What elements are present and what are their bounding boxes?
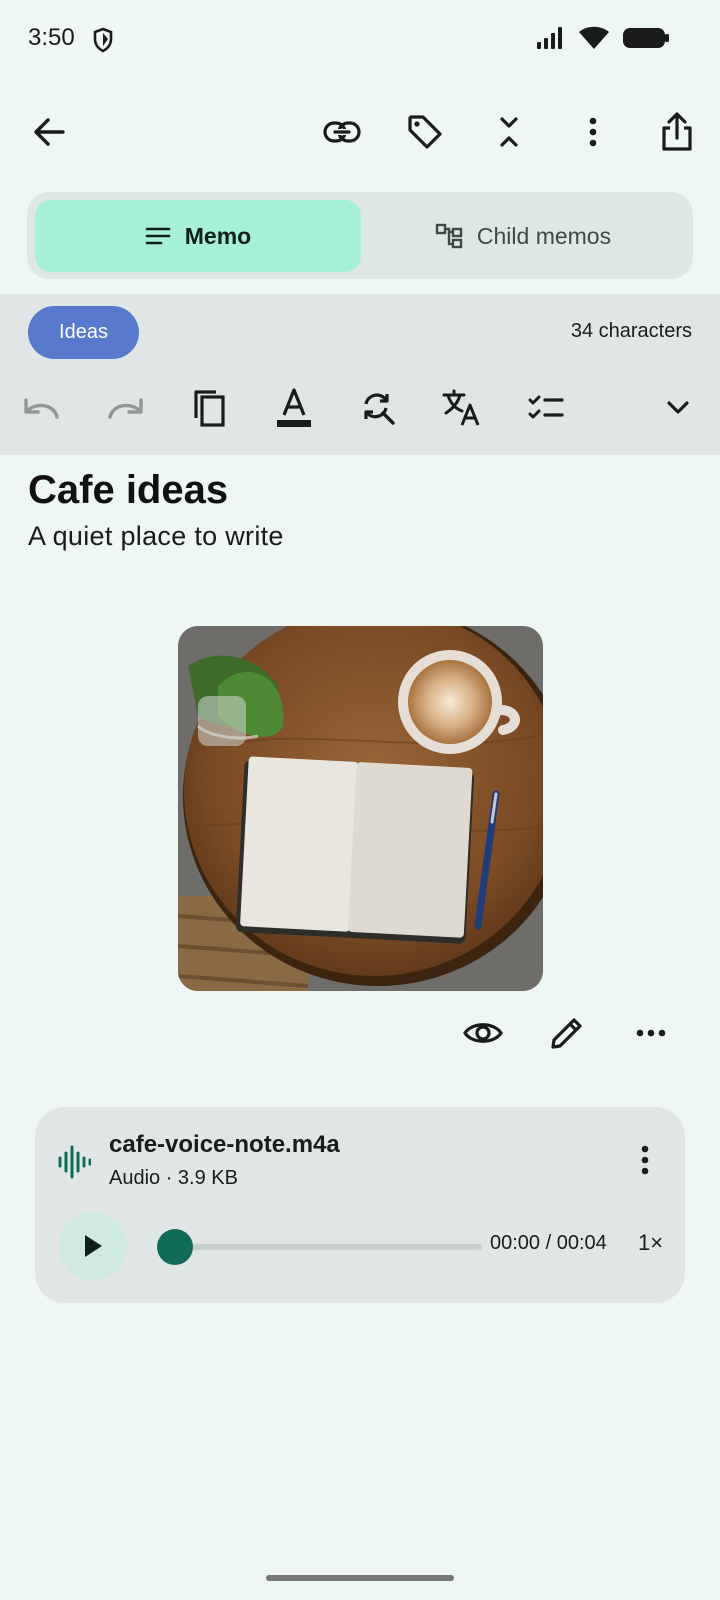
play-button[interactable] bbox=[59, 1212, 127, 1280]
audio-filename: cafe-voice-note.m4a bbox=[109, 1131, 340, 1158]
top-toolbar bbox=[0, 90, 720, 170]
redo-icon[interactable] bbox=[101, 384, 149, 432]
shield-icon bbox=[92, 27, 114, 53]
audio-attachment-card: cafe-voice-note.m4a Audio · 3.9 KB 00:00… bbox=[35, 1107, 685, 1303]
checklist-icon[interactable] bbox=[522, 384, 570, 432]
copy-icon[interactable] bbox=[185, 384, 233, 432]
tag-icon[interactable] bbox=[403, 110, 447, 154]
audio-meta: Audio · 3.9 KB bbox=[109, 1167, 238, 1189]
audio-waveform-icon bbox=[57, 1145, 91, 1179]
text-color-icon[interactable] bbox=[270, 384, 318, 432]
notes-icon bbox=[145, 226, 171, 246]
more-vert-icon[interactable] bbox=[571, 110, 615, 154]
edit-panel: Ideas 34 characters bbox=[0, 294, 720, 455]
audio-more-icon[interactable] bbox=[627, 1137, 663, 1183]
character-count: 34 characters bbox=[570, 320, 692, 342]
tab-memo-label: Memo bbox=[184, 222, 252, 249]
memo-tabs: Memo Child memos bbox=[27, 192, 693, 279]
edit-pencil-icon[interactable] bbox=[544, 1010, 590, 1056]
tab-memo[interactable]: Memo bbox=[35, 200, 361, 272]
undo-icon[interactable] bbox=[18, 384, 66, 432]
tab-child-memos[interactable]: Child memos bbox=[361, 200, 685, 272]
memo-title[interactable]: Cafe ideas bbox=[28, 468, 228, 513]
play-icon bbox=[83, 1234, 103, 1258]
attached-image[interactable] bbox=[178, 626, 543, 991]
link-icon[interactable] bbox=[320, 110, 364, 154]
hierarchy-icon bbox=[435, 223, 463, 249]
audio-seek-handle[interactable] bbox=[157, 1229, 193, 1265]
status-bar: 3:50 bbox=[0, 0, 720, 80]
status-time: 3:50 bbox=[28, 24, 75, 51]
collapse-icon[interactable] bbox=[487, 110, 531, 154]
translate-icon[interactable] bbox=[438, 384, 486, 432]
signal-icon bbox=[536, 26, 566, 50]
wifi-icon bbox=[578, 26, 610, 50]
playback-speed[interactable]: 1× bbox=[638, 1230, 663, 1256]
back-arrow-icon[interactable] bbox=[27, 110, 71, 154]
audio-time: 00:00 / 00:04 bbox=[490, 1232, 607, 1254]
more-horiz-icon[interactable] bbox=[628, 1010, 674, 1056]
home-indicator[interactable] bbox=[266, 1575, 454, 1581]
tab-child-label: Child memos bbox=[476, 222, 612, 249]
battery-icon bbox=[622, 26, 670, 50]
find-replace-icon[interactable] bbox=[354, 384, 402, 432]
tag-chip[interactable]: Ideas bbox=[28, 306, 139, 359]
share-icon[interactable] bbox=[655, 110, 699, 154]
memo-body-text[interactable]: A quiet place to write bbox=[28, 521, 284, 552]
expand-icon[interactable] bbox=[654, 384, 702, 432]
audio-seek-bar[interactable] bbox=[157, 1229, 482, 1265]
eye-icon[interactable] bbox=[460, 1010, 506, 1056]
